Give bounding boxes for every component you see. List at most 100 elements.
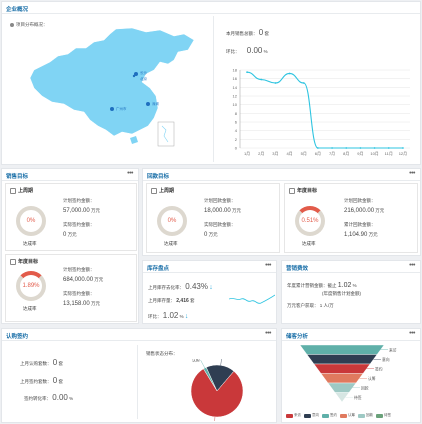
- x-tick-label: 4月: [286, 151, 292, 156]
- funnel-segment: [306, 354, 378, 365]
- subscribe-b-value: 0: [52, 376, 58, 385]
- y-tick-label: 10: [233, 102, 238, 107]
- collect-more-button[interactable]: •••: [409, 170, 415, 177]
- yoy: 环比： 0.00 %: [226, 46, 268, 55]
- efficiency-title: 营销费效: [286, 266, 309, 272]
- sales-year-ring: 1.89%: [16, 271, 46, 301]
- yoy-value: 0.00: [246, 46, 263, 55]
- collect-year-ring: 0.51%: [295, 206, 325, 236]
- funnel-segment: [313, 363, 371, 374]
- funnel-segment: [320, 373, 364, 384]
- funnel-label: 待签: [354, 395, 362, 400]
- china-map[interactable]: [28, 26, 198, 152]
- legend-label: 来访: [294, 413, 301, 417]
- sales-card: 销售目标 ••• 上周期 0% 达成率 计划签约金额： 57,000.00 万元…: [1, 168, 139, 324]
- data-point: [402, 147, 404, 149]
- data-point: [302, 82, 305, 84]
- collect-half-ring: 0%: [157, 206, 187, 236]
- month-contract: 本月销售总额： 0 套: [226, 28, 269, 37]
- legend-item[interactable]: 回款: [358, 413, 373, 418]
- data-point: [331, 147, 333, 149]
- overview-card: 企业概况 ••• 项目分布概况： 长沙 北京 广州市 深圳 本月销售总额： 0 …: [1, 1, 421, 165]
- collect-half-actual-value: 0: [204, 232, 208, 238]
- x-tick-label: 12月: [399, 151, 407, 156]
- y-tick-label: 16: [233, 76, 238, 81]
- y-tick-label: 4: [235, 128, 238, 133]
- city-label-beijing: 北京: [140, 77, 147, 81]
- city-label-changsha: 长沙: [140, 71, 147, 75]
- china-map-shape: [29, 27, 195, 137]
- legend-item[interactable]: 来访: [286, 413, 301, 418]
- data-point: [317, 147, 319, 149]
- legend-label: 待签: [384, 413, 391, 417]
- customer-more-button[interactable]: •••: [409, 330, 415, 337]
- y-tick-label: 12: [233, 94, 238, 99]
- legend-item[interactable]: 认筹: [340, 413, 355, 418]
- customer-card: 储客分析 ••• 来访 意向 签约 认筹 回款 待签 来访 意向 签约 认筹 回款 待签: [281, 328, 421, 423]
- arrow-down-icon: ↓: [184, 313, 189, 320]
- funnel-label: 签约: [375, 366, 383, 371]
- sales-year-actual-value: 13,158.00: [63, 301, 90, 307]
- south-sea-inset: [157, 121, 175, 147]
- city-dot-shenzhen: [146, 102, 150, 106]
- legend-item[interactable]: 意向: [304, 413, 319, 418]
- x-tick-label: 1月: [244, 151, 250, 156]
- legend-item[interactable]: 签约: [322, 413, 337, 418]
- sales-half-actual-value: 0: [63, 232, 67, 238]
- legend-swatch: [376, 413, 383, 418]
- pie-leader: [214, 416, 216, 421]
- efficiency-value: 1.02: [337, 282, 352, 289]
- collect-title: 回款目标: [147, 174, 170, 180]
- legend-label: 认筹: [348, 413, 355, 417]
- subscribe-more-button[interactable]: •••: [265, 330, 271, 337]
- legend-item[interactable]: 待签: [376, 413, 391, 418]
- collect-half-rate-label: 达成率: [164, 241, 178, 246]
- efficiency-card: 营销费效 ••• 年度累计营销金额：截止 1.02 % (年度销售计划金额) 万…: [281, 260, 421, 324]
- data-point: [246, 71, 248, 74]
- sales-title: 销售目标: [6, 174, 29, 180]
- stock-more-button[interactable]: •••: [265, 262, 271, 269]
- funnel-label: 回款: [361, 385, 369, 390]
- customer-funnel: 来访意向签约认筹回款待签: [300, 345, 397, 403]
- data-point: [274, 82, 277, 84]
- funnel-label: 意向: [382, 357, 390, 362]
- data-point: [260, 78, 263, 81]
- calendar-icon: [289, 187, 295, 194]
- sales-half-plan-value: 57,000.00: [63, 208, 90, 214]
- efficiency-more-button[interactable]: •••: [409, 262, 415, 269]
- target-icon: [10, 187, 16, 194]
- stock-inv-value: 2,416: [176, 298, 189, 304]
- pie-leader: [220, 359, 222, 366]
- data-point: [345, 147, 348, 149]
- customer-title: 储客分析: [286, 334, 309, 340]
- y-tick-label: 6: [235, 120, 238, 125]
- collect-year-actual-value: 1,104.90: [344, 232, 368, 238]
- data-point: [373, 147, 376, 149]
- y-tick-label: 18: [233, 68, 238, 73]
- sales-more-button[interactable]: •••: [127, 170, 133, 177]
- sales-status-pie: 认购预约待售: [190, 359, 244, 421]
- funnel-segment: [327, 382, 357, 393]
- city-label-guangzhou: 广州市: [116, 107, 127, 111]
- legend-label: 签约: [330, 413, 337, 417]
- sales-year-plan-value: 684,000.00: [63, 277, 94, 283]
- stock-card: 库存盘点 ••• 上月库存去化率： 0.43% ↓ 上月库存量： 2,416 套…: [142, 260, 277, 324]
- pie-title: 销售状态分布：: [146, 351, 178, 356]
- y-tick-label: 0: [235, 146, 238, 151]
- subscribe-title: 认购签约: [6, 334, 29, 340]
- data-point: [359, 147, 362, 149]
- sales-half-panel: 上周期 0% 达成率 计划签约金额： 57,000.00 万元 实际签约金额： …: [5, 183, 137, 251]
- legend-swatch: [304, 413, 311, 418]
- city-dot-changsha: [132, 74, 136, 78]
- subscribe-a-value: 0: [52, 358, 58, 367]
- legend-swatch: [286, 413, 293, 418]
- legend-swatch: [358, 413, 365, 418]
- calendar-icon: [10, 258, 16, 265]
- target-icon: [151, 187, 157, 194]
- x-tick-label: 3月: [272, 151, 278, 156]
- x-tick-label: 8月: [343, 151, 349, 156]
- y-tick-label: 2: [235, 137, 238, 142]
- y-tick-label: 14: [233, 85, 238, 90]
- pie-label: 认购: [192, 359, 200, 363]
- x-tick-label: 6月: [315, 151, 321, 156]
